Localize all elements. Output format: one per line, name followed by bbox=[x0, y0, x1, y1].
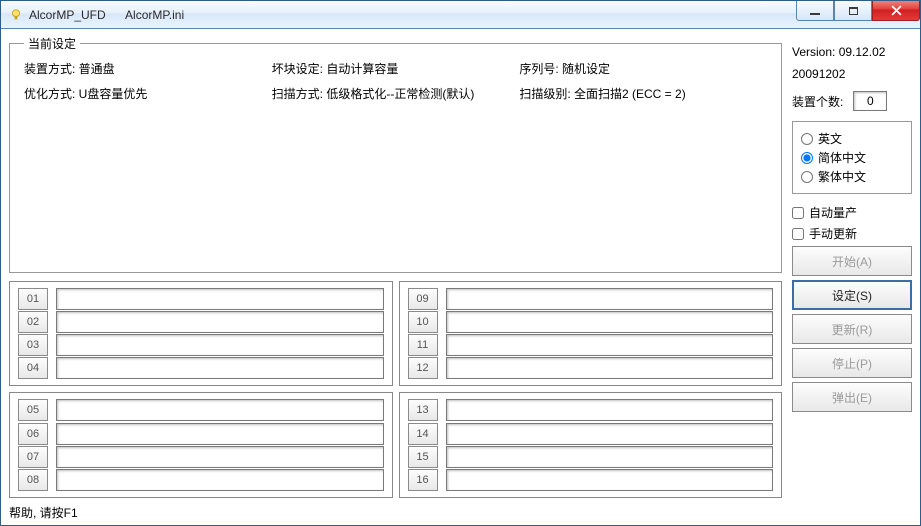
close-button[interactable] bbox=[872, 1, 920, 21]
settings-button[interactable]: 设定(S) bbox=[792, 280, 912, 310]
slot-progress-11 bbox=[446, 334, 774, 356]
auto-mp-checkbox[interactable] bbox=[792, 207, 804, 219]
slot-button-12[interactable]: 12 bbox=[408, 357, 438, 379]
serial-value: 随机设定 bbox=[562, 62, 610, 76]
slot-button-03[interactable]: 03 bbox=[18, 334, 48, 356]
badblock-label: 坏块设定: bbox=[272, 62, 327, 76]
badblock-value: 自动计算容量 bbox=[326, 62, 398, 76]
slot-button-08[interactable]: 08 bbox=[18, 469, 48, 491]
mount-value: 普通盘 bbox=[79, 62, 115, 76]
slot-button-04[interactable]: 04 bbox=[18, 357, 48, 379]
app-icon bbox=[9, 8, 23, 22]
start-button[interactable]: 开始(A) bbox=[792, 246, 912, 276]
slot-button-01[interactable]: 01 bbox=[18, 288, 48, 310]
slots-area: 01 02 03 04 09 10 11 12 05 06 07 bbox=[9, 281, 782, 499]
lang-cn-radio[interactable] bbox=[801, 152, 813, 164]
settings-legend: 当前设定 bbox=[24, 35, 80, 52]
device-count-value: 0 bbox=[853, 91, 887, 111]
window-title: AlcorMP_UFD AlcorMP.ini bbox=[29, 8, 184, 22]
slot-progress-15 bbox=[446, 446, 774, 468]
version-label: Version: bbox=[792, 45, 839, 59]
slot-button-07[interactable]: 07 bbox=[18, 446, 48, 468]
slot-progress-06 bbox=[56, 423, 384, 445]
slot-progress-03 bbox=[56, 334, 384, 356]
eject-button[interactable]: 弹出(E) bbox=[792, 382, 912, 412]
slot-button-02[interactable]: 02 bbox=[18, 311, 48, 333]
slot-button-09[interactable]: 09 bbox=[408, 288, 438, 310]
slot-progress-10 bbox=[446, 311, 774, 333]
app-window: AlcorMP_UFD AlcorMP.ini 当前设定 装置方式: 普通盘 坏… bbox=[0, 0, 921, 526]
right-panel: Version: 09.12.02 20091202 装置个数: 0 英文 简体… bbox=[792, 35, 912, 521]
scanlevel-value: 全面扫描2 (ECC = 2) bbox=[574, 87, 686, 101]
manual-update-label: 手动更新 bbox=[809, 225, 857, 242]
mount-label: 装置方式: bbox=[24, 62, 79, 76]
slot-button-15[interactable]: 15 bbox=[408, 446, 438, 468]
slot-progress-12 bbox=[446, 357, 774, 379]
slot-progress-09 bbox=[446, 288, 774, 310]
slot-button-06[interactable]: 06 bbox=[18, 423, 48, 445]
lang-cn-label: 简体中文 bbox=[818, 149, 866, 166]
slot-progress-07 bbox=[56, 446, 384, 468]
slot-group-1: 01 02 03 04 bbox=[9, 281, 393, 387]
minimize-button[interactable] bbox=[796, 1, 834, 21]
slot-progress-16 bbox=[446, 469, 774, 491]
slot-progress-13 bbox=[446, 399, 774, 421]
current-settings-group: 当前设定 装置方式: 普通盘 坏块设定: 自动计算容量 序列号: 随机设定 优化… bbox=[9, 35, 782, 273]
stop-button[interactable]: 停止(P) bbox=[792, 348, 912, 378]
scanmode-label: 扫描方式: bbox=[272, 87, 327, 101]
scanlevel-label: 扫描级别: bbox=[519, 87, 574, 101]
optimize-value: U盘容量优先 bbox=[79, 87, 148, 101]
language-group: 英文 简体中文 繁体中文 bbox=[792, 121, 912, 194]
scanmode-value: 低级格式化--正常检测(默认) bbox=[326, 87, 474, 101]
version-value: 09.12.02 bbox=[839, 45, 886, 59]
slot-button-13[interactable]: 13 bbox=[408, 399, 438, 421]
lang-en-label: 英文 bbox=[818, 130, 842, 147]
manual-update-checkbox[interactable] bbox=[792, 228, 804, 240]
lang-tw-radio[interactable] bbox=[801, 171, 813, 183]
client-area: 当前设定 装置方式: 普通盘 坏块设定: 自动计算容量 序列号: 随机设定 优化… bbox=[1, 29, 920, 525]
lang-en-radio[interactable] bbox=[801, 133, 813, 145]
window-controls bbox=[796, 1, 920, 21]
slot-progress-02 bbox=[56, 311, 384, 333]
slot-button-14[interactable]: 14 bbox=[408, 423, 438, 445]
serial-label: 序列号: bbox=[519, 62, 562, 76]
slot-button-11[interactable]: 11 bbox=[408, 334, 438, 356]
slot-button-05[interactable]: 05 bbox=[18, 399, 48, 421]
slot-progress-04 bbox=[56, 357, 384, 379]
refresh-button[interactable]: 更新(R) bbox=[792, 314, 912, 344]
optimize-label: 优化方式: bbox=[24, 87, 79, 101]
maximize-button[interactable] bbox=[834, 1, 872, 21]
slot-group-2: 09 10 11 12 bbox=[399, 281, 783, 387]
titlebar: AlcorMP_UFD AlcorMP.ini bbox=[1, 1, 920, 29]
slot-button-16[interactable]: 16 bbox=[408, 469, 438, 491]
slot-button-10[interactable]: 10 bbox=[408, 311, 438, 333]
slot-progress-14 bbox=[446, 423, 774, 445]
slot-group-3: 05 06 07 08 bbox=[9, 392, 393, 498]
slot-progress-01 bbox=[56, 288, 384, 310]
slot-progress-05 bbox=[56, 399, 384, 421]
device-count-label: 装置个数: bbox=[792, 93, 843, 110]
help-text: 帮助, 请按F1 bbox=[9, 504, 782, 521]
slot-group-4: 13 14 15 16 bbox=[399, 392, 783, 498]
auto-mp-label: 自动量产 bbox=[809, 204, 857, 221]
lang-tw-label: 繁体中文 bbox=[818, 168, 866, 185]
slot-progress-08 bbox=[56, 469, 384, 491]
build-date: 20091202 bbox=[792, 67, 912, 81]
